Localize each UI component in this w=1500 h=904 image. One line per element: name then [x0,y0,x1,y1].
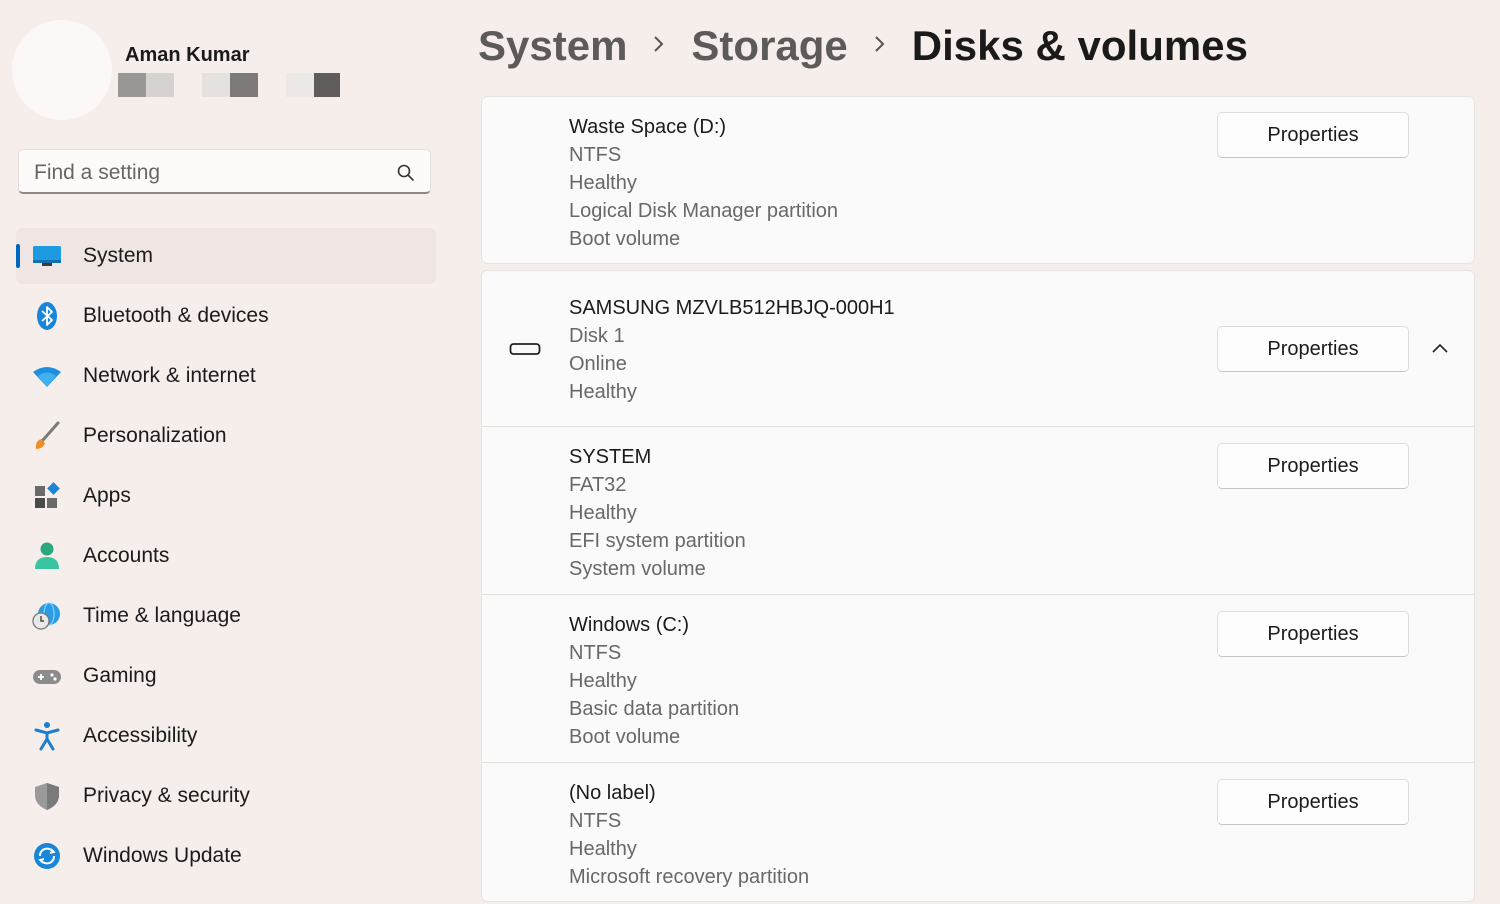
selection-indicator [16,244,20,268]
properties-button[interactable]: Properties [1217,112,1409,158]
globe-clock-icon [32,602,60,630]
paintbrush-icon [35,421,60,449]
volume-card-waste-space: Waste Space (D:) NTFS Healthy Logical Di… [481,96,1475,264]
volume-health: Healthy [569,838,637,860]
nav-label: Accounts [83,544,170,567]
volume-info: (No label) NTFS Healthy Microsoft recove… [569,779,809,891]
breadcrumb-storage[interactable]: Storage [691,22,847,70]
gamepad-icon [33,670,61,684]
volume-role: Boot volume [569,228,681,250]
avatar[interactable] [12,20,112,120]
nav-item-privacy-security[interactable]: Privacy & security [16,768,436,824]
nav-label: Personalization [83,424,227,447]
volume-info: Windows (C:) NTFS Healthy Basic data par… [569,611,739,751]
nav-label: Gaming [83,664,157,687]
volume-name: Windows (C:) [569,614,690,636]
properties-button[interactable]: Properties [1217,443,1409,489]
breadcrumb-system[interactable]: System [478,22,627,70]
volume-row-windows: Windows (C:) NTFS Healthy Basic data par… [482,594,1474,762]
volume-filesystem: NTFS [569,642,622,664]
volume-partition-type: Microsoft recovery partition [569,866,810,888]
volume-row-system: SYSTEM FAT32 Healthy EFI system partitio… [482,426,1474,594]
nav-label: Bluetooth & devices [83,304,269,327]
apps-icon [35,482,60,508]
hard-drive-icon [509,343,541,355]
nav-item-gaming[interactable]: Gaming [16,648,436,704]
search-placeholder: Find a setting [34,161,161,184]
volume-name: (No label) [569,782,656,804]
volume-health: Healthy [569,502,637,524]
nav-item-bluetooth[interactable]: Bluetooth & devices [16,288,436,344]
nav-label: Apps [83,484,131,507]
volume-name: Waste Space (D:) [569,116,727,138]
volume-health: Healthy [569,172,637,194]
bluetooth-icon [37,302,57,330]
chevron-up-icon[interactable] [1430,339,1450,359]
nav-item-personalization[interactable]: Personalization [16,408,436,464]
disk-health: Healthy [569,381,637,403]
properties-button[interactable]: Properties [1217,326,1409,372]
volume-partition-type: Logical Disk Manager partition [569,200,839,222]
nav-label: System [83,244,154,267]
disk-card: SAMSUNG MZVLB512HBJQ-000H1 Disk 1 Online… [481,270,1475,902]
nav-item-time-language[interactable]: Time & language [16,588,436,644]
nav-label: Windows Update [83,844,242,867]
accessibility-icon [34,722,60,751]
person-icon [35,542,59,569]
search-box[interactable]: Find a setting [18,149,431,194]
nav-label: Time & language [83,604,241,627]
properties-button[interactable]: Properties [1217,611,1409,657]
nav-label: Network & internet [83,364,256,387]
nav-item-apps[interactable]: Apps [16,468,436,524]
wifi-icon [33,367,61,387]
volume-partition-type: Basic data partition [569,698,740,720]
nav-item-system[interactable]: System [16,228,436,284]
chevron-right-icon [848,33,912,60]
volume-health: Healthy [569,670,637,692]
nav-item-accessibility[interactable]: Accessibility [16,708,436,764]
volume-role: System volume [569,558,706,580]
nav-item-network[interactable]: Network & internet [16,348,436,404]
volume-filesystem: NTFS [569,144,622,166]
volume-row-no-label: (No label) NTFS Healthy Microsoft recove… [482,762,1474,901]
page-title: Disks & volumes [911,22,1248,69]
search-icon[interactable] [396,163,416,183]
volume-name: SYSTEM [569,446,652,468]
disk-model: SAMSUNG MZVLB512HBJQ-000H1 [569,297,895,319]
volume-info: SYSTEM FAT32 Healthy EFI system partitio… [569,443,746,583]
nav-list: System Bluetooth & devices Network & int… [16,228,436,888]
user-name: Aman Kumar [125,44,250,66]
shield-icon [35,783,59,810]
chevron-right-icon [627,33,691,60]
disk-number: Disk 1 [569,325,625,347]
volume-filesystem: FAT32 [569,474,627,496]
breadcrumb: System Storage Disks & volumes [478,22,1248,74]
monitor-icon [33,246,61,266]
nav-item-accounts[interactable]: Accounts [16,528,436,584]
volume-role: Boot volume [569,726,681,748]
sidebar: Aman Kumar Find a setting System Bluetoo… [0,0,450,904]
disk-status: Online [569,353,627,375]
disk-header-row[interactable]: SAMSUNG MZVLB512HBJQ-000H1 Disk 1 Online… [482,271,1474,426]
disk-info: SAMSUNG MZVLB512HBJQ-000H1 Disk 1 Online… [569,294,895,406]
properties-button[interactable]: Properties [1217,779,1409,825]
nav-label: Privacy & security [83,784,250,807]
nav-label: Accessibility [83,724,198,747]
volume-info: Waste Space (D:) NTFS Healthy Logical Di… [569,113,838,253]
refresh-icon [34,843,60,869]
nav-item-windows-update[interactable]: Windows Update [16,828,436,884]
volume-filesystem: NTFS [569,810,622,832]
volume-partition-type: EFI system partition [569,530,746,552]
user-email-redacted [118,73,348,97]
